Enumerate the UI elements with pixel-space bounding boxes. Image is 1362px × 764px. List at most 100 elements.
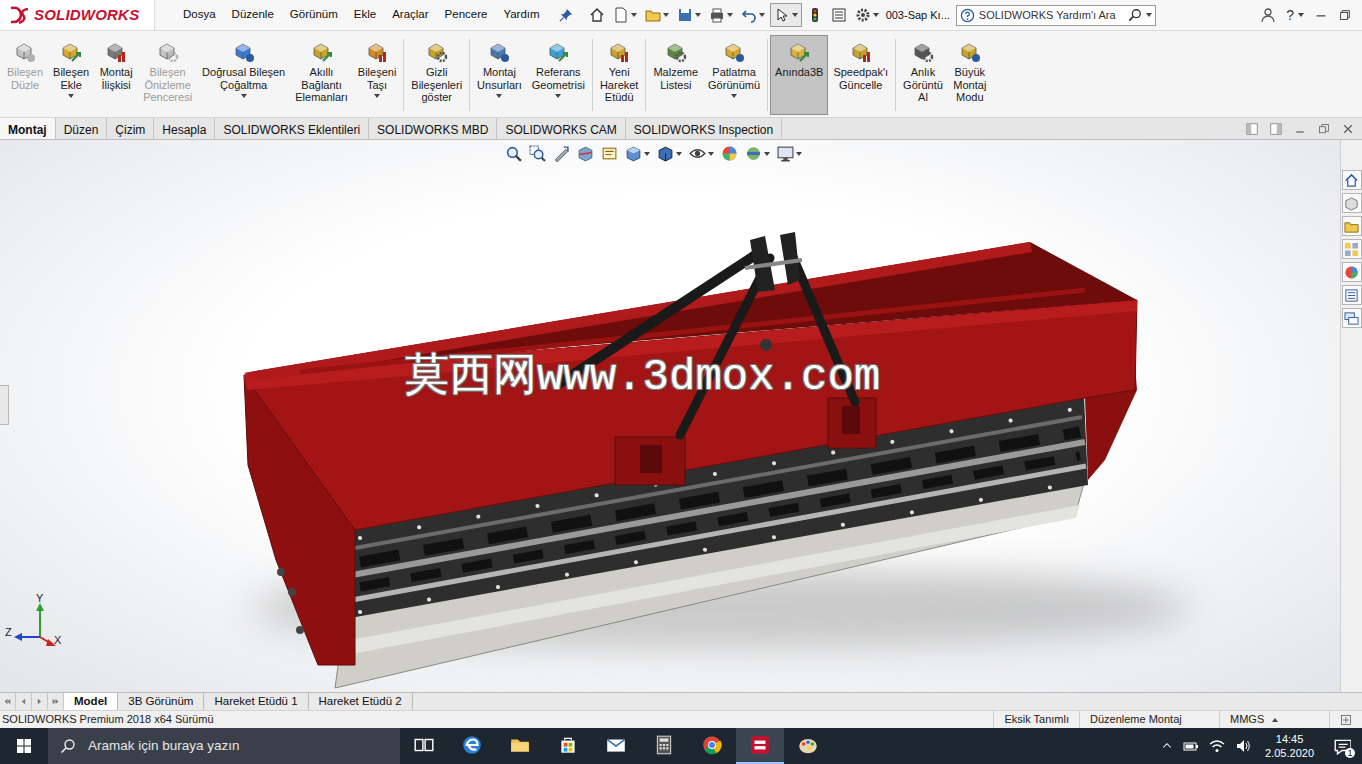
ribbon-button[interactable]: BileşeniTaşı [353,35,402,115]
taskbar-app[interactable] [688,728,736,764]
previous-view-button[interactable] [553,145,570,162]
command-tab[interactable]: Düzen [56,118,108,139]
search-placeholder[interactable]: Aramak için buraya yazın [88,736,240,756]
command-tab[interactable]: SOLIDWORKS CAM [497,118,625,139]
time-label[interactable]: 14:45 [1265,732,1314,746]
ribbon-button[interactable]: Anında3B [770,35,828,115]
clock[interactable]: 14:452.05.2020 [1261,732,1318,760]
options-button[interactable] [852,3,882,27]
next-tab-button[interactable] [32,693,48,710]
menu-item[interactable]: Düzenle [224,6,282,23]
model-tab[interactable]: Hareket Etüdü 1 [204,693,308,710]
ribbon-button[interactable]: YeniHareketEtüdü [595,35,644,115]
viewport-minimize-icon[interactable] [1294,123,1306,135]
minimize-icon[interactable] [1314,8,1328,22]
menu-item[interactable]: Ekle [346,6,384,23]
menu-item[interactable]: Dosya [175,6,224,23]
view-orientation-button[interactable] [625,145,650,162]
file-properties-button[interactable] [828,3,850,27]
model-tab-label[interactable]: Model [74,693,107,710]
solidworks-logo[interactable]: SOLIDWORKS [0,0,155,30]
section-view-button[interactable] [577,145,594,162]
date-label[interactable]: 2.05.2020 [1265,746,1314,760]
feature-tree-handle[interactable] [0,385,9,425]
ribbon-button[interactable]: GizliBileşenlerigöster [406,35,467,115]
dropdown-arrow[interactable] [241,94,247,98]
dropdown-arrow[interactable] [695,13,701,17]
command-tab[interactable]: SOLIDWORKS Inspection [626,118,782,139]
show-hidden-icons-icon[interactable] [1161,740,1173,752]
user-icon[interactable] [1260,7,1276,23]
apply-scene-button[interactable] [745,145,770,162]
print-button[interactable] [706,3,736,27]
save-button[interactable] [674,3,704,27]
forum-tab[interactable] [1342,308,1362,328]
dropdown-arrow[interactable] [764,152,770,156]
viewport-close-icon[interactable] [1342,123,1354,135]
taskbar-app[interactable] [592,728,640,764]
unit-label[interactable]: MMGS [1230,711,1264,728]
ribbon-button[interactable]: ReferansGeometrisi [527,35,590,115]
taskbar-app[interactable] [640,728,688,764]
last-tab-button[interactable] [48,693,64,710]
tile-right-icon[interactable] [1270,123,1282,135]
command-tab-label[interactable]: Hesapla [162,123,206,137]
menu-item[interactable]: Araçlar [384,6,436,23]
model-tab[interactable]: Hareket Etüdü 2 [309,693,413,710]
undo-button[interactable] [738,3,768,27]
design-library-tab[interactable] [1342,193,1362,213]
customize-icon[interactable] [1340,714,1352,726]
ribbon-button[interactable]: Montajİlişkisi [94,35,138,115]
taskbar-app[interactable] [784,728,832,764]
ribbon-button[interactable]: PatlatmaGörünümü [703,35,765,115]
command-tab-label[interactable]: SOLIDWORKS Eklentileri [223,123,360,137]
start-button[interactable] [0,728,48,764]
volume-icon[interactable] [1235,738,1251,754]
zoom-area-button[interactable] [529,145,546,162]
unit-system[interactable]: MMGS [1219,711,1329,728]
new-document-button[interactable] [610,3,640,27]
command-tab-label[interactable]: Çizim [115,123,145,137]
model-tab-label[interactable]: Hareket Etüdü 1 [214,693,297,710]
dropdown-arrow[interactable] [731,94,737,98]
taskbar-app[interactable] [544,728,592,764]
dropdown-arrow[interactable] [759,13,765,17]
taskbar-app[interactable] [736,728,784,764]
viewport-restore-icon[interactable] [1318,123,1330,135]
battery-icon[interactable] [1183,738,1199,754]
dropdown-arrow[interactable] [644,152,650,156]
command-tab-label[interactable]: SOLIDWORKS MBD [377,123,488,137]
display-style-button[interactable] [657,145,682,162]
dropdown-arrow[interactable] [374,94,380,98]
view-settings-button[interactable] [777,145,802,162]
open-button[interactable] [642,3,672,27]
command-tab[interactable]: Montaj [0,118,56,139]
dropdown-arrow[interactable] [631,13,637,17]
command-tab[interactable]: SOLIDWORKS MBD [369,118,497,139]
hide-show-button[interactable] [689,145,714,162]
help-search[interactable] [956,5,1156,26]
model-tab-label[interactable]: Hareket Etüdü 2 [319,693,402,710]
search-icon[interactable] [1128,8,1142,22]
dropdown-arrow[interactable] [792,13,798,17]
ribbon-button[interactable]: MalzemeListesi [648,35,703,115]
first-tab-button[interactable] [0,693,16,710]
command-tab[interactable]: SOLIDWORKS Eklentileri [215,118,369,139]
ribbon-button[interactable]: BileşenDüzle [2,35,48,115]
ribbon-button[interactable]: BüyükMontajModu [948,35,992,115]
assembly-model[interactable] [0,140,1340,692]
command-tab[interactable]: Çizim [107,118,154,139]
dropdown-arrow[interactable] [873,13,879,17]
menu-item[interactable]: Görünüm [282,6,346,23]
help-label[interactable]: ? [1286,5,1294,26]
ribbon-button[interactable]: Speedpak'ıGüncelle [828,35,893,115]
dropdown-arrow[interactable] [796,152,802,156]
dropdown-arrow[interactable] [496,94,502,98]
model-tab[interactable]: 3B Görünüm [118,693,204,710]
zoom-to-fit-button[interactable] [505,145,522,162]
command-tab-label[interactable]: SOLIDWORKS Inspection [634,123,773,137]
select-button[interactable] [770,3,802,27]
dropdown-arrow[interactable] [1298,13,1304,17]
wifi-icon[interactable] [1209,738,1225,754]
command-tab-label[interactable]: Düzen [64,123,99,137]
